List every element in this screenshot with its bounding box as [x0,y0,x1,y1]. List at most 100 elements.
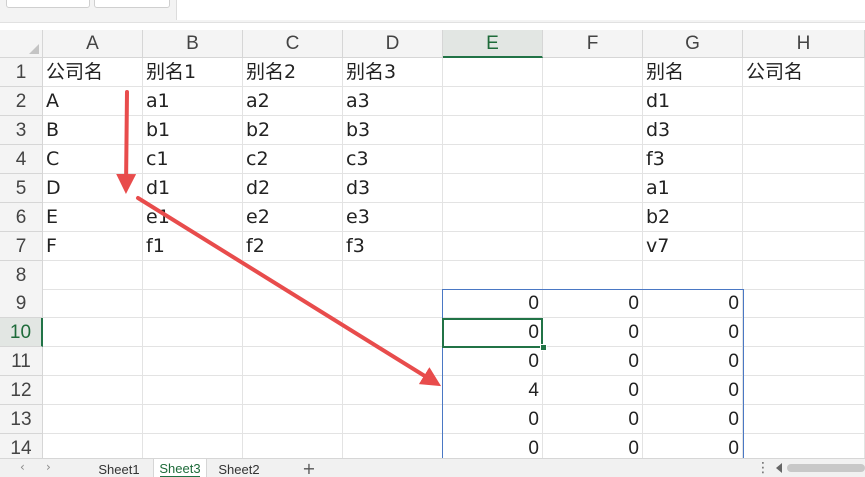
cell-d12[interactable] [343,376,443,405]
cell-g12[interactable]: 0 [643,376,743,405]
cell-c13[interactable] [243,405,343,434]
cell-e3[interactable] [443,116,543,145]
cell-b2[interactable]: a1 [143,87,243,116]
cell-g5[interactable]: a1 [643,174,743,203]
cell-g7[interactable]: v7 [643,232,743,261]
cell-e5[interactable] [443,174,543,203]
cell-g2[interactable]: d1 [643,87,743,116]
cell-d7[interactable]: f3 [343,232,443,261]
cell-c6[interactable]: e2 [243,203,343,232]
cell-b7[interactable]: f1 [143,232,243,261]
column-header-e[interactable]: E [443,30,543,58]
cell-e7[interactable] [443,232,543,261]
cell-b11[interactable] [143,347,243,376]
row-header-7[interactable]: 7 [0,232,43,261]
cell-b1[interactable]: 别名1 [143,58,243,87]
cell-e12[interactable]: 4 [443,376,543,405]
cell-h8[interactable] [743,261,865,290]
cell-e11[interactable]: 0 [443,347,543,376]
cell-e6[interactable] [443,203,543,232]
cell-f5[interactable] [543,174,643,203]
cell-c8[interactable] [243,261,343,290]
cell-g9[interactable]: 0 [643,289,743,318]
row-header-6[interactable]: 6 [0,203,43,232]
cell-e10[interactable]: 0 [443,318,543,347]
cell-d9[interactable] [343,289,443,318]
cell-a12[interactable] [43,376,143,405]
cell-e4[interactable] [443,145,543,174]
cell-a13[interactable] [43,405,143,434]
sheet-tab-sheet3[interactable]: Sheet3 [153,459,207,477]
cell-b12[interactable] [143,376,243,405]
cell-b10[interactable] [143,318,243,347]
column-header-b[interactable]: B [143,30,243,58]
cell-d4[interactable]: c3 [343,145,443,174]
cell-a11[interactable] [43,347,143,376]
row-header-9[interactable]: 9 [0,289,43,318]
cell-c12[interactable] [243,376,343,405]
scroll-left-icon[interactable] [776,463,782,473]
cell-a1[interactable]: 公司名 [43,58,143,87]
cell-f3[interactable] [543,116,643,145]
cell-d2[interactable]: a3 [343,87,443,116]
cell-d6[interactable]: e3 [343,203,443,232]
more-icon[interactable]: ⋮ [756,459,770,477]
add-sheet-icon[interactable]: + [299,459,319,477]
cell-d1[interactable]: 别名3 [343,58,443,87]
horizontal-scrollbar[interactable] [787,464,865,472]
cell-h5[interactable] [743,174,865,203]
cell-c7[interactable]: f2 [243,232,343,261]
cell-b13[interactable] [143,405,243,434]
column-header-f[interactable]: F [543,30,643,58]
cell-b4[interactable]: c1 [143,145,243,174]
cell-e1[interactable] [443,58,543,87]
cell-g1[interactable]: 别名 [643,58,743,87]
cell-g4[interactable]: f3 [643,145,743,174]
cell-d8[interactable] [343,261,443,290]
row-header-3[interactable]: 3 [0,116,43,145]
cell-d11[interactable] [343,347,443,376]
cell-d10[interactable] [343,318,443,347]
cell-f6[interactable] [543,203,643,232]
cell-h9[interactable] [743,289,865,318]
cell-f8[interactable] [543,261,643,290]
cell-c4[interactable]: c2 [243,145,343,174]
cell-b9[interactable] [143,289,243,318]
column-header-g[interactable]: G [643,30,743,58]
cell-f1[interactable] [543,58,643,87]
cell-h11[interactable] [743,347,865,376]
cell-b6[interactable]: e1 [143,203,243,232]
cell-c3[interactable]: b2 [243,116,343,145]
cell-e13[interactable]: 0 [443,405,543,434]
cell-d13[interactable] [343,405,443,434]
cell-c10[interactable] [243,318,343,347]
cell-a10[interactable] [43,318,143,347]
cell-c5[interactable]: d2 [243,174,343,203]
row-header-13[interactable]: 13 [0,405,43,434]
cell-g10[interactable]: 0 [643,318,743,347]
cell-a6[interactable]: E [43,203,143,232]
column-header-a[interactable]: A [43,30,143,58]
cell-h6[interactable] [743,203,865,232]
cell-g13[interactable]: 0 [643,405,743,434]
cell-a7[interactable]: F [43,232,143,261]
cell-b8[interactable] [143,261,243,290]
row-header-10[interactable]: 10 [0,318,43,347]
row-header-8[interactable]: 8 [0,261,43,290]
cell-f4[interactable] [543,145,643,174]
row-header-2[interactable]: 2 [0,87,43,116]
cell-g6[interactable]: b2 [643,203,743,232]
cell-f10[interactable]: 0 [543,318,643,347]
name-box[interactable] [6,0,90,8]
cell-d3[interactable]: b3 [343,116,443,145]
cell-h12[interactable] [743,376,865,405]
row-header-1[interactable]: 1 [0,58,43,87]
cell-e2[interactable] [443,87,543,116]
sheet-tab-sheet1[interactable]: Sheet1 [95,459,143,477]
cell-g11[interactable]: 0 [643,347,743,376]
cell-h4[interactable] [743,145,865,174]
cell-h2[interactable] [743,87,865,116]
fill-handle[interactable] [540,344,547,351]
cell-f9[interactable]: 0 [543,289,643,318]
cell-f11[interactable]: 0 [543,347,643,376]
